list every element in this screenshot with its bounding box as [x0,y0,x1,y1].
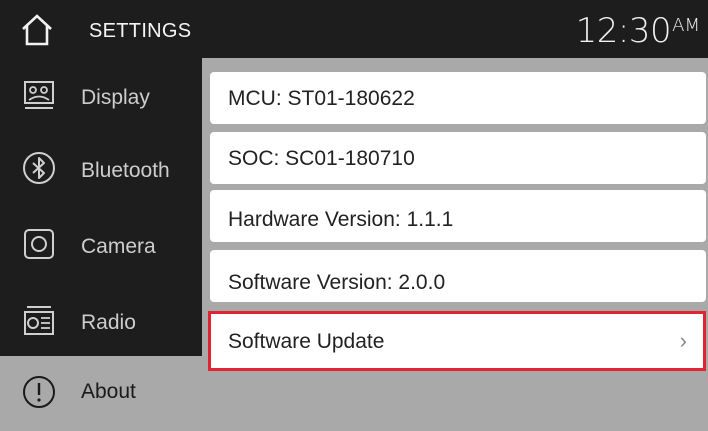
soc-version-text: SOC: SC01-180710 [228,147,415,170]
list-item-software-version: Software Version: 2.0.0 [210,250,706,302]
sidebar-item-label: Display [81,86,150,109]
bluetooth-icon [23,152,55,184]
clock: 12:30AM [576,11,700,51]
sidebar-item-label: Bluetooth [81,159,170,182]
sidebar-item-radio[interactable]: Radio [0,280,202,354]
info-icon [23,376,55,408]
display-icon [24,81,54,109]
clock-time: 12:30 [575,11,672,51]
hardware-version-text: Hardware Version: 1.1.1 [228,208,454,231]
sidebar-item-camera[interactable]: Camera [0,206,202,280]
sidebar-item-label: Camera [81,235,156,258]
sidebar-item-about[interactable]: About [0,356,202,431]
sidebar-item-label: Radio [81,311,136,334]
list-item-soc: SOC: SC01-180710 [210,132,706,184]
top-bar: SETTINGS 12:30AM [0,0,708,58]
mcu-version-text: MCU: ST01-180622 [228,87,415,110]
sidebar-item-label: About [81,380,136,403]
clock-ampm: AM [672,15,700,36]
page-title: SETTINGS [89,20,192,42]
software-update-label: Software Update [228,330,385,353]
list-item-hardware-version: Hardware Version: 1.1.1 [210,190,706,242]
sidebar: Display Bluetooth Camera Radio [0,58,202,356]
software-update-button[interactable]: Software Update › [208,311,706,371]
home-icon[interactable] [20,14,54,46]
radio-icon [24,306,54,335]
camera-icon [24,229,54,259]
sidebar-item-bluetooth[interactable]: Bluetooth [0,132,202,206]
list-item-mcu: MCU: ST01-180622 [210,72,706,124]
sidebar-item-display[interactable]: Display [0,58,202,132]
software-version-text: Software Version: 2.0.0 [228,271,446,294]
chevron-right-icon: › [679,328,687,353]
